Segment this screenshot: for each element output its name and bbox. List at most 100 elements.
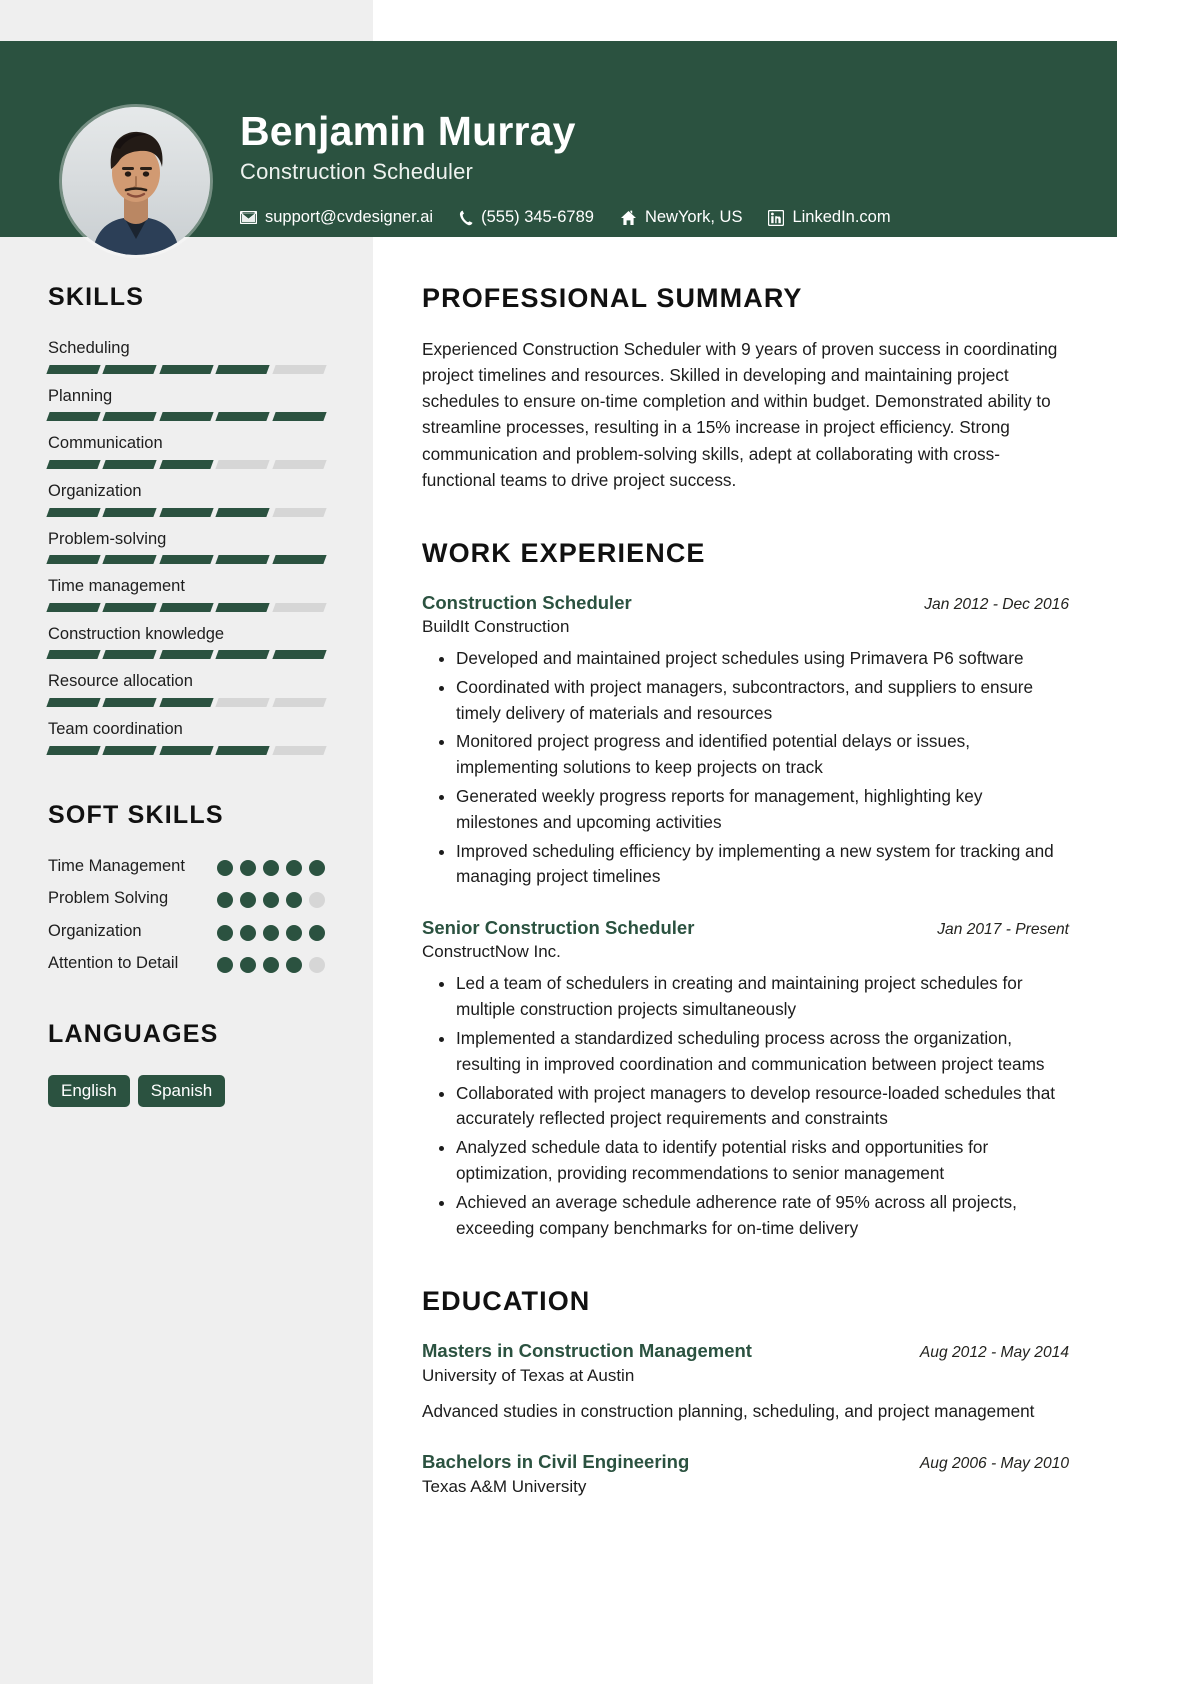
summary-heading: PROFESSIONAL SUMMARY	[422, 283, 803, 313]
experience-bullet: Achieved an average schedule adherence r…	[456, 1190, 1069, 1242]
avatar	[62, 107, 210, 255]
skill-bar-segment	[102, 602, 158, 612]
skill-bar-segment	[102, 412, 158, 422]
rating-dot	[217, 859, 233, 876]
experience-title: Senior Construction Scheduler	[422, 917, 695, 939]
skill-level-bar	[46, 698, 327, 707]
rating-dot	[240, 956, 256, 973]
skill-bar-segment	[46, 459, 102, 469]
soft-skill-rating	[217, 888, 325, 909]
experience-heading: WORK EXPERIENCE	[422, 537, 706, 568]
skill-row: Communication	[46, 433, 327, 469]
education-entry-header: Bachelors in Civil Engineering Aug 2006 -…	[422, 1450, 1069, 1473]
soft-skill-label: Time Management	[48, 856, 185, 875]
skill-level-bar	[46, 507, 327, 517]
skill-row: Team coordination	[46, 719, 327, 755]
contact-location[interactable]: NewYork, US	[620, 208, 743, 227]
profile-photo-icon	[62, 107, 210, 255]
contact-location-text: NewYork, US	[644, 208, 743, 227]
skill-bar-segment	[271, 602, 327, 612]
rating-dot	[263, 892, 279, 909]
header-text-block: Benjamin Murray Construction Scheduler s…	[240, 109, 891, 227]
skill-bar-segment	[159, 507, 214, 517]
skill-label: Scheduling	[48, 339, 130, 357]
language-tag[interactable]: Spanish	[137, 1075, 226, 1108]
education-list: Masters in Construction Management Aug 20…	[422, 1339, 1069, 1497]
resume-page: Benjamin Murray Construction Scheduler s…	[0, 0, 1200, 1684]
experience-list: Construction Scheduler Jan 2012 - Dec 201…	[422, 591, 1069, 1242]
skill-bar-segment	[271, 650, 327, 660]
education-school: Texas A&M University	[422, 1476, 587, 1496]
skill-bar-segment	[215, 364, 271, 374]
rating-dot	[309, 859, 325, 876]
skill-bar-segment	[46, 412, 102, 422]
experience-entry-header: Senior Construction Scheduler Jan 2017 - …	[422, 916, 1069, 939]
candidate-job-title: Construction Scheduler	[240, 159, 474, 185]
skill-bar-segment	[271, 364, 327, 374]
skill-label: Resource allocation	[48, 672, 193, 691]
experience-company: BuildIt Construction	[422, 616, 570, 636]
experience-bullet: Led a team of schedulers in creating and…	[456, 971, 1069, 1023]
contact-linkedin[interactable]: LinkedIn.com	[768, 208, 891, 227]
skill-row: Scheduling	[46, 338, 327, 374]
rating-dot	[217, 956, 233, 973]
language-tag[interactable]: English	[48, 1075, 130, 1108]
experience-bullet-list: Developed and maintained project schedul…	[422, 646, 1069, 890]
skill-bar-segment	[46, 507, 102, 517]
contact-linkedin-text: LinkedIn.com	[792, 208, 891, 227]
skill-bar-segment	[159, 745, 214, 755]
skill-level-bar	[46, 650, 327, 660]
skill-bar-segment	[102, 364, 158, 374]
contact-email[interactable]: support@cvdesigner.ai	[240, 208, 433, 227]
skill-bar-segment	[102, 555, 158, 565]
skill-bar-segment	[46, 745, 102, 755]
experience-bullet: Implemented a standardized scheduling pr…	[456, 1026, 1069, 1078]
skill-bar-segment	[271, 507, 327, 517]
rating-dot	[309, 956, 325, 973]
skill-bar-segment	[46, 364, 102, 374]
rating-dot	[286, 956, 302, 973]
rating-dot	[240, 859, 256, 876]
candidate-name: Benjamin Murray	[240, 108, 576, 154]
experience-date-range: Jan 2017 - Present	[937, 921, 1069, 939]
skill-bar-segment	[159, 698, 214, 707]
skill-bar-segment	[102, 745, 158, 755]
skill-label: Organization	[48, 481, 142, 500]
skill-row: Planning	[46, 386, 327, 422]
skill-bar-segment	[159, 555, 214, 565]
skill-bar-segment	[159, 364, 214, 374]
soft-skill-row: Organization	[48, 921, 325, 942]
education-description: Advanced studies in construction plannin…	[422, 1400, 1035, 1421]
skill-level-bar	[46, 745, 327, 755]
education-school: University of Texas at Austin	[422, 1365, 635, 1385]
skill-level-bar	[46, 602, 327, 612]
skill-bar-segment	[215, 650, 271, 660]
experience-bullet: Coordinated with project managers, subco…	[456, 675, 1069, 727]
skill-bar-segment	[46, 698, 102, 707]
education-entry: Bachelors in Civil Engineering Aug 2006 -…	[422, 1450, 1069, 1497]
soft-skills-list: Time Management Problem Solving Organizati…	[48, 856, 325, 975]
skill-level-bar	[46, 459, 327, 469]
skills-list: Scheduling Planning Communication Organizat…	[46, 338, 327, 755]
rating-dot	[263, 859, 279, 876]
soft-skill-label: Attention to Detail	[48, 953, 179, 972]
skill-bar-segment	[215, 507, 271, 517]
soft-skill-rating	[217, 921, 325, 941]
sidebar: SKILLS Scheduling Planning Communication Or…	[0, 237, 373, 1108]
skill-label: Time management	[48, 577, 185, 596]
skill-bar-segment	[159, 650, 214, 660]
contact-phone[interactable]: (555) 345-6789	[459, 208, 594, 227]
experience-bullet: Developed and maintained project schedul…	[456, 646, 1069, 672]
skill-row: Time management	[46, 576, 327, 612]
skill-bar-segment	[159, 459, 214, 469]
home-icon	[620, 209, 636, 225]
rating-dot	[286, 924, 302, 941]
skill-bar-segment	[215, 459, 271, 469]
languages-heading: LANGUAGES	[48, 1020, 219, 1049]
skill-label: Team coordination	[48, 720, 183, 738]
education-date-range: Aug 2006 - May 2010	[919, 1455, 1069, 1473]
experience-title: Construction Scheduler	[422, 591, 632, 613]
summary-text: Experienced Construction Scheduler with …	[422, 339, 1058, 490]
skill-row: Resource allocation	[46, 671, 327, 707]
education-entry: Masters in Construction Management Aug 20…	[422, 1339, 1069, 1424]
